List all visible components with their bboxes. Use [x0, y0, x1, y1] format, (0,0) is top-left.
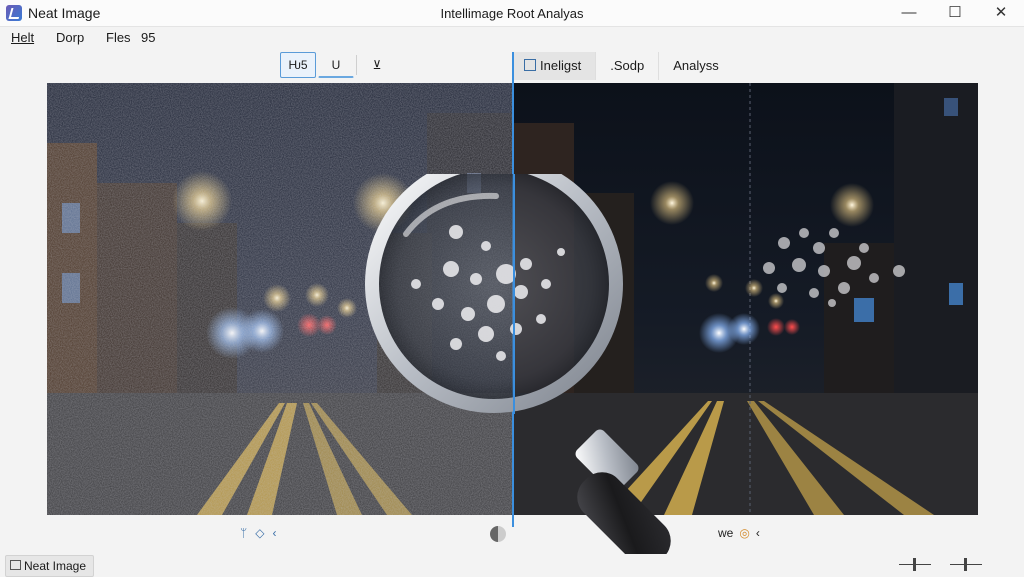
tab-label: Ineligst [540, 58, 582, 73]
analysis-tabs: Ineligst .Sodp Analyss [514, 52, 733, 80]
tab-label: .Sodp [610, 58, 645, 73]
right-view-label: we [718, 526, 734, 540]
chevron-left-icon[interactable]: ‹ [272, 526, 276, 540]
menu-bar: Helt Dorp Fles 95 [0, 26, 1024, 50]
status-label: Neat Image [24, 559, 87, 573]
denoised-night-street-image [514, 83, 978, 515]
title-bar: Neat Image Intellimage Root Analyas — ☐ … [0, 0, 1024, 27]
menu-item-dorp[interactable]: Dorp [56, 30, 84, 45]
split-view-icon[interactable]: ᛘ [240, 526, 247, 540]
menu-item-helt[interactable]: Helt [11, 30, 34, 45]
view-toolbar: Ƕ5 U ⊻ [280, 52, 395, 78]
tab-analyss[interactable]: Analyss [659, 52, 733, 80]
target-icon[interactable]: ◎ [739, 526, 749, 540]
left-view-controls: ᛘ ◇ ‹ [240, 526, 276, 540]
tab-ineligst[interactable]: Ineligst [514, 52, 597, 80]
tab-sodp[interactable]: .Sodp [596, 52, 660, 80]
original-image-view[interactable] [47, 83, 512, 515]
status-badge[interactable]: Neat Image [5, 555, 95, 577]
window-title: Intellimage Root Analyas [440, 6, 584, 21]
maximize-button[interactable]: ☐ [932, 0, 978, 26]
menu-item-fles[interactable]: Fles [106, 30, 131, 45]
compare-toggle-icon[interactable] [490, 526, 506, 542]
toolbar-divider [356, 55, 357, 75]
chevron-left-icon[interactable]: ‹ [756, 526, 760, 540]
tab-label: Analyss [673, 58, 719, 73]
diamond-icon[interactable]: ◇ [255, 526, 264, 540]
download-button[interactable]: ⊻ [359, 52, 395, 78]
undo-button[interactable]: U [318, 52, 354, 78]
preview-mode-button[interactable]: Ƕ5 [280, 52, 316, 78]
zoom-slider[interactable] [899, 557, 931, 573]
split-divider-handle[interactable] [512, 52, 514, 527]
close-button[interactable]: ✕ [978, 0, 1024, 26]
noisy-night-street-image [47, 83, 512, 515]
window-icon [10, 560, 21, 570]
menu-item-95[interactable]: 95 [141, 30, 155, 45]
right-view-controls: we ◎ ‹ [718, 526, 760, 540]
filtered-image-view[interactable] [514, 83, 978, 515]
strength-slider[interactable] [950, 557, 982, 573]
checkbox-icon [524, 59, 536, 71]
minimize-button[interactable]: — [886, 0, 932, 26]
